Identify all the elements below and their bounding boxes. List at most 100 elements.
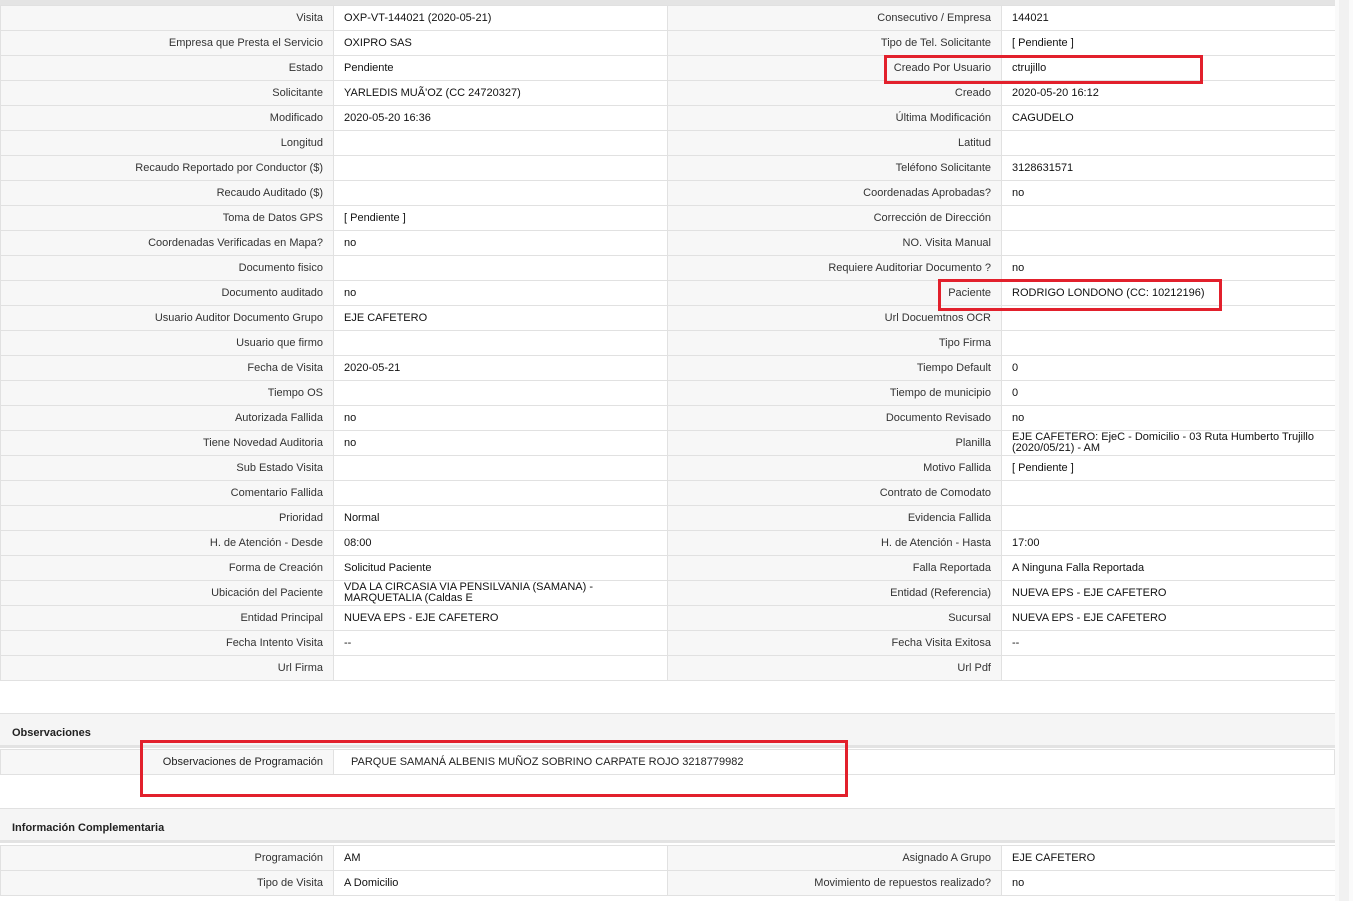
field-value [1001,480,1336,506]
field-label: Tiene Novedad Auditoria [0,430,334,456]
highlight-box-creado-por-usuario [884,55,1203,84]
field-value [333,155,668,181]
field-value: no [1001,180,1336,206]
field-label: Motivo Fallida [667,455,1002,481]
table-row: Url Firma Url Pdf [0,655,1336,681]
field-label: Fecha Intento Visita [0,630,334,656]
field-label: Sub Estado Visita [0,455,334,481]
field-label: Última Modificación [667,105,1002,131]
field-value [1001,330,1336,356]
field-label: Programación [0,845,334,871]
field-label: Url Pdf [667,655,1002,681]
field-value [1001,205,1336,231]
field-value: EJE CAFETERO [1001,845,1336,871]
field-value: no [333,430,668,456]
section-title: Observaciones [12,727,91,739]
field-label: Autorizada Fallida [0,405,334,431]
highlight-box-paciente [938,279,1222,311]
field-value: NUEVA EPS - EJE CAFETERO [1001,605,1336,631]
field-value: Normal [333,505,668,531]
field-value: YARLEDIS MUÃ'OZ (CC 24720327) [333,80,668,106]
field-value: 17:00 [1001,530,1336,556]
field-label: Asignado A Grupo [667,845,1002,871]
field-label: Fecha de Visita [0,355,334,381]
field-value [333,255,668,281]
field-value [333,180,668,206]
field-value [333,130,668,156]
field-value: no [333,230,668,256]
table-row: Tipo de Visita A Domicilio Movimiento de r… [0,870,1336,896]
field-value [1001,230,1336,256]
field-label: Requiere Auditoriar Documento ? [667,255,1002,281]
table-row: Documento fisico Requiere Auditoriar Docu… [0,255,1336,281]
field-label: Solicitante [0,80,334,106]
field-label: Consecutivo / Empresa [667,5,1002,31]
field-value [1001,505,1336,531]
visit-details-table: Visita OXP-VT-144021 (2020-05-21) Consecut… [0,5,1336,681]
table-row: Ubicación del Paciente VDA LA CIRCASIA VI… [0,580,1336,606]
complementaria-section-header: Información Complementaria [0,808,1335,843]
table-row: Coordenadas Verificadas en Mapa? no NO. V… [0,230,1336,256]
field-value: -- [1001,630,1336,656]
field-value: NUEVA EPS - EJE CAFETERO [1001,580,1336,606]
field-label: Contrato de Comodato [667,480,1002,506]
field-label: Falla Reportada [667,555,1002,581]
field-label: Tipo Firma [667,330,1002,356]
highlight-box-observaciones [140,740,848,797]
field-label: Planilla [667,430,1002,456]
field-label: Latitud [667,130,1002,156]
scrollbar-thumb[interactable] [1339,0,1349,901]
field-value: 0 [1001,380,1336,406]
table-row: Prioridad Normal Evidencia Fallida [0,505,1336,531]
field-label: Recaudo Auditado ($) [0,180,334,206]
field-label: Documento auditado [0,280,334,306]
field-label: Tiempo de municipio [667,380,1002,406]
field-value: EJE CAFETERO: EjeC - Domicilio - 03 Ruta… [1001,430,1336,456]
field-label: Visita [0,5,334,31]
field-value [333,380,668,406]
field-value: EJE CAFETERO [333,305,668,331]
field-value: A Ninguna Falla Reportada [1001,555,1336,581]
field-label: Fecha Visita Exitosa [667,630,1002,656]
field-value: [ Pendiente ] [333,205,668,231]
field-value: CAGUDELO [1001,105,1336,131]
field-label: Creado [667,80,1002,106]
field-value: NUEVA EPS - EJE CAFETERO [333,605,668,631]
field-label: Comentario Fallida [0,480,334,506]
field-value: 144021 [1001,5,1336,31]
field-label: Coordenadas Aprobadas? [667,180,1002,206]
table-row: Sub Estado Visita Motivo Fallida[ Pendien… [0,455,1336,481]
field-value [1001,130,1336,156]
field-value: [ Pendiente ] [1001,30,1336,56]
table-row: Fecha Intento Visita -- Fecha Visita Exit… [0,630,1336,656]
field-label: NO. Visita Manual [667,230,1002,256]
field-value: Solicitud Paciente [333,555,668,581]
field-value: no [1001,870,1336,896]
field-value: no [333,280,668,306]
field-label: Modificado [0,105,334,131]
field-value: OXIPRO SAS [333,30,668,56]
field-value: 3128631571 [1001,155,1336,181]
vertical-scrollbar[interactable] [1335,0,1353,901]
field-value: no [1001,405,1336,431]
field-label: Entidad (Referencia) [667,580,1002,606]
field-value [333,655,668,681]
field-label: Toma de Datos GPS [0,205,334,231]
table-row: Forma de Creación Solicitud Paciente Falla… [0,555,1336,581]
complementary-info-table: Programación AM Asignado A Grupo EJE CAFETE… [0,845,1336,896]
table-row: Tiene Novedad Auditoria no Planilla EJE CA… [0,430,1336,456]
field-value: 0 [1001,355,1336,381]
field-label: Forma de Creación [0,555,334,581]
field-label: Estado [0,55,334,81]
table-row: Fecha de Visita 2020-05-21 Tiempo Default… [0,355,1336,381]
field-value: no [1001,255,1336,281]
table-row: Longitud Latitud [0,130,1336,156]
field-label: Documento fisico [0,255,334,281]
table-row: Toma de Datos GPS[ Pendiente ] Corrección… [0,205,1336,231]
table-row: Visita OXP-VT-144021 (2020-05-21) Consecut… [0,5,1336,31]
field-label: Usuario Auditor Documento Grupo [0,305,334,331]
field-value: A Domicilio [333,870,668,896]
table-row: Autorizada Fallida no Documento Revisado … [0,405,1336,431]
field-label: Sucursal [667,605,1002,631]
field-label: Movimiento de repuestos realizado? [667,870,1002,896]
